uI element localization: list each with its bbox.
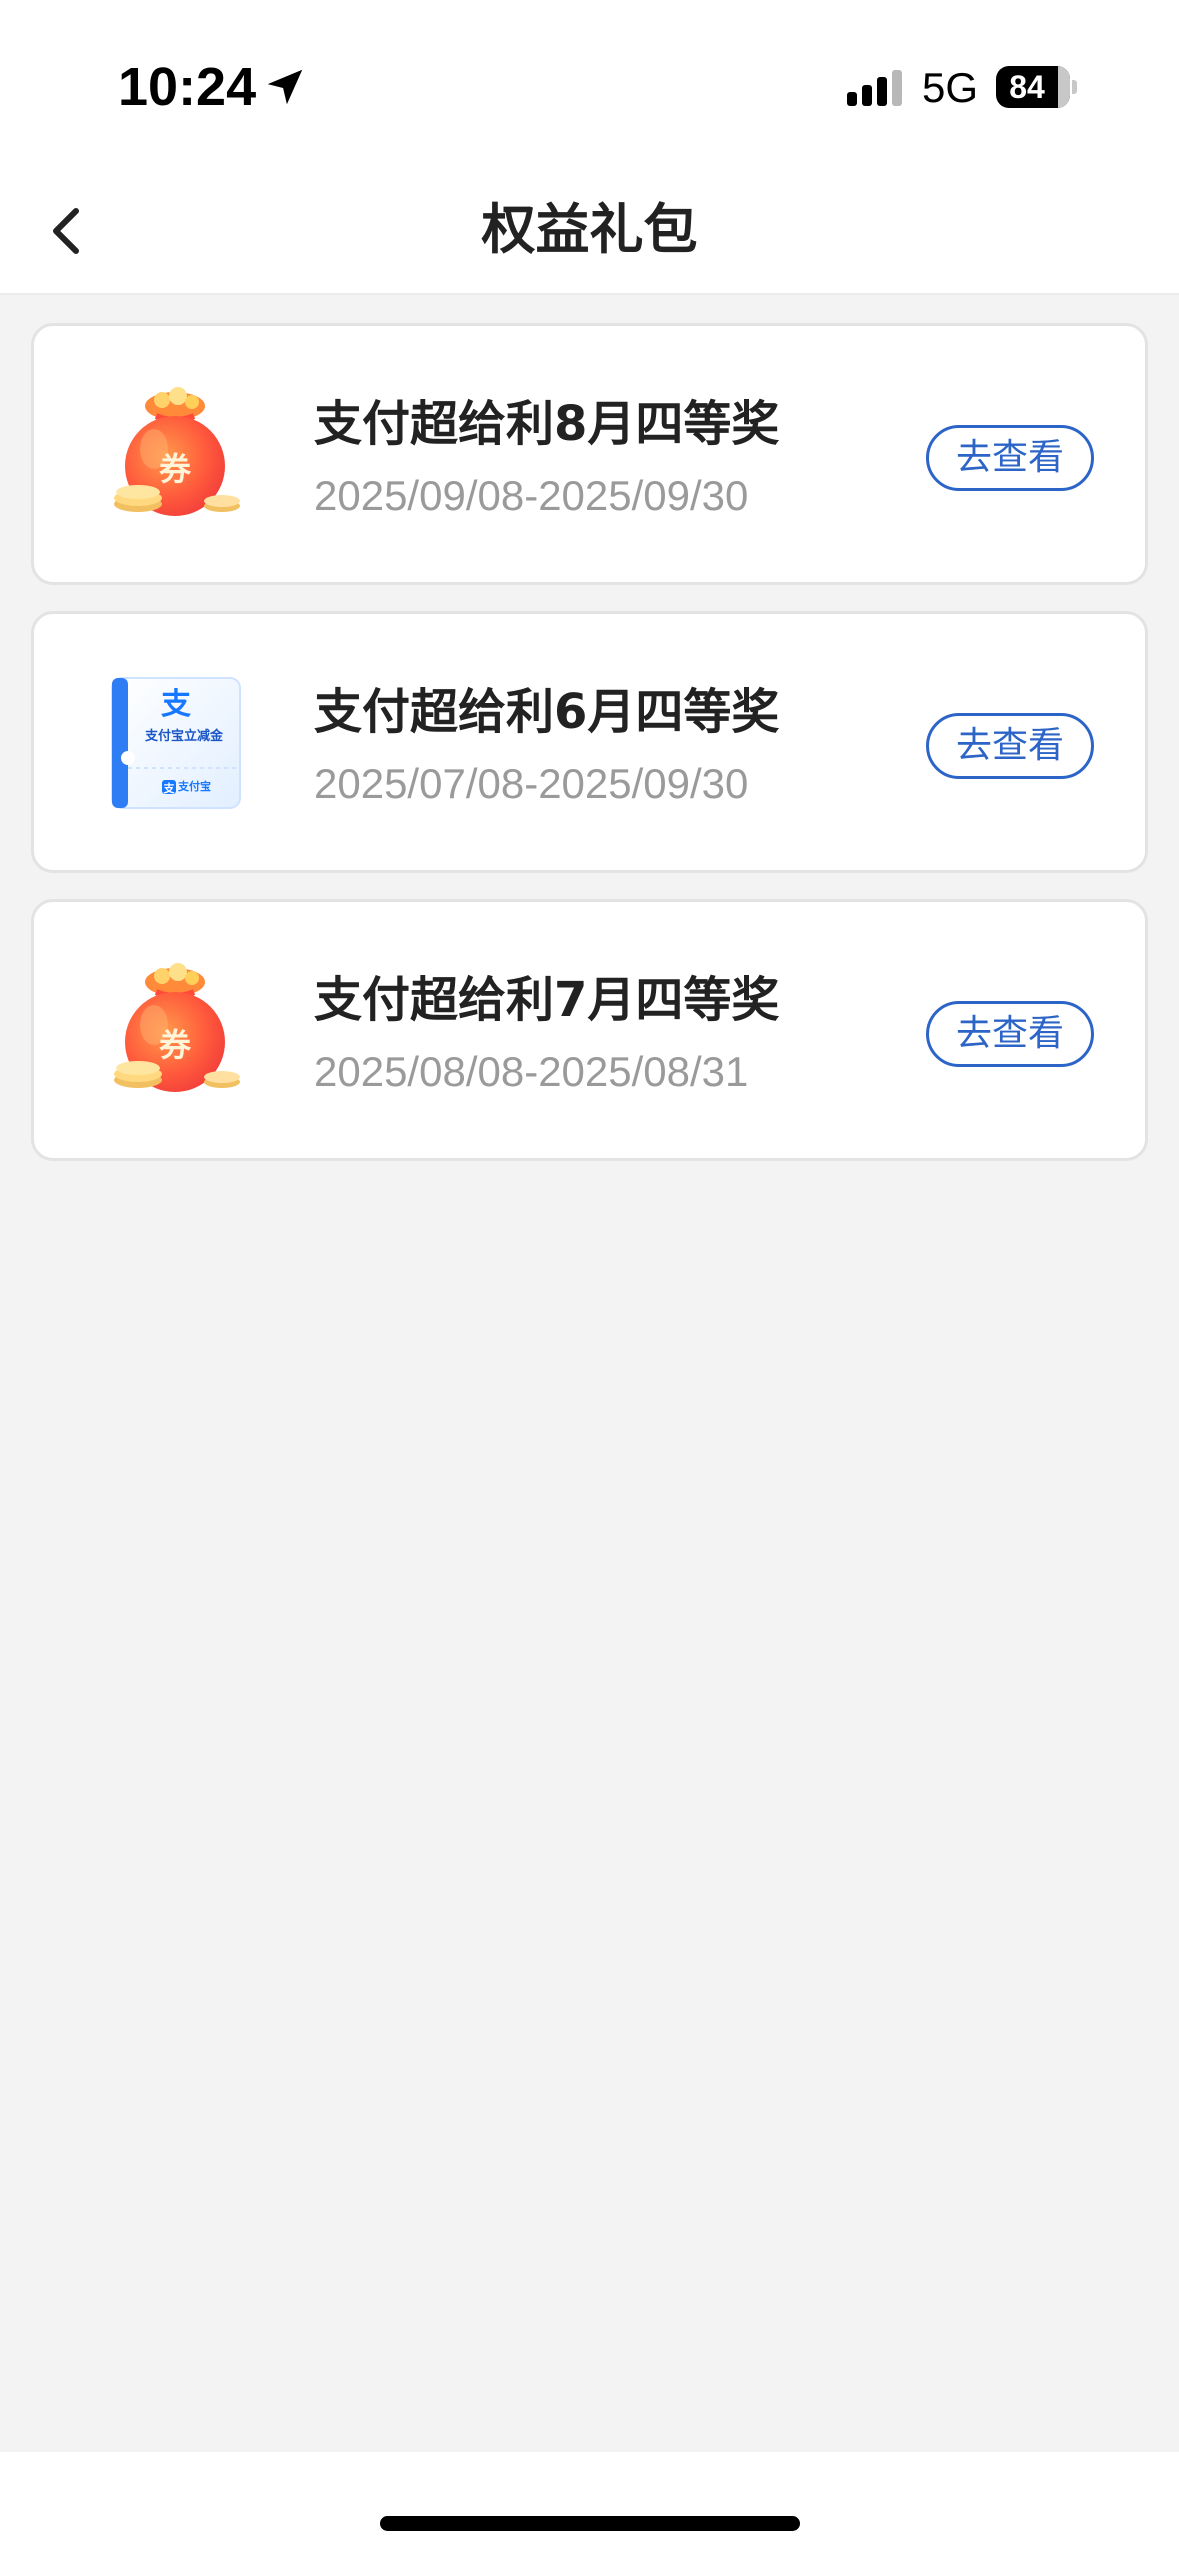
view-button[interactable]: 去查看 (926, 425, 1094, 491)
back-button[interactable] (28, 191, 108, 271)
screen: 10:24 5G 84 权益礼包 券 支付超给利8月四等奖 2025/09/08… (0, 0, 1179, 2556)
chevron-left-icon (53, 208, 79, 254)
benefit-card[interactable]: 券 支付超给利7月四等奖 2025/08/08-2025/08/31 去查看 (31, 899, 1148, 1161)
status-bar: 10:24 5G 84 (0, 0, 1179, 165)
svg-text:支: 支 (163, 781, 176, 795)
cellular-signal-icon (847, 70, 902, 106)
view-button[interactable]: 去查看 (926, 1001, 1094, 1067)
svg-text:支: 支 (161, 687, 191, 722)
view-button[interactable]: 去查看 (926, 713, 1094, 779)
coupon-bag-icon: 券 (114, 387, 240, 516)
benefit-title: 支付超给利6月四等奖 (314, 684, 780, 740)
nav-bar: 权益礼包 (0, 165, 1179, 295)
benefit-card[interactable]: 支 支付宝立减金 支 支付宝 支付超给利6月四等奖 2025/07/08-202… (31, 611, 1148, 873)
voucher-brand: 支付宝 (178, 780, 211, 793)
location-arrow-icon (267, 69, 303, 105)
benefit-title: 支付超给利7月四等奖 (314, 972, 780, 1028)
page-title: 权益礼包 (481, 198, 698, 261)
home-indicator[interactable] (380, 2516, 800, 2531)
battery-icon: 84 (996, 66, 1077, 108)
coupon-bag-icon: 券 (114, 963, 240, 1092)
benefit-date: 2025/07/08-2025/09/30 (314, 760, 749, 807)
coupon-char: 券 (158, 450, 191, 488)
alipay-voucher-icon: 支 支付宝立减金 支 支付宝 (111, 677, 241, 809)
coupon-char: 券 (158, 1026, 191, 1064)
benefit-date: 2025/09/08-2025/09/30 (314, 472, 749, 519)
home-indicator-area (0, 2452, 1179, 2556)
benefit-date: 2025/08/08-2025/08/31 (314, 1048, 749, 1095)
status-time: 10:24 (118, 57, 257, 117)
battery-level: 84 (1009, 69, 1045, 105)
network-type: 5G (922, 64, 979, 111)
voucher-label: 支付宝立减金 (144, 729, 223, 744)
benefit-card[interactable]: 券 支付超给利8月四等奖 2025/09/08-2025/09/30 去查看 (31, 323, 1148, 585)
benefit-title: 支付超给利8月四等奖 (314, 396, 780, 452)
